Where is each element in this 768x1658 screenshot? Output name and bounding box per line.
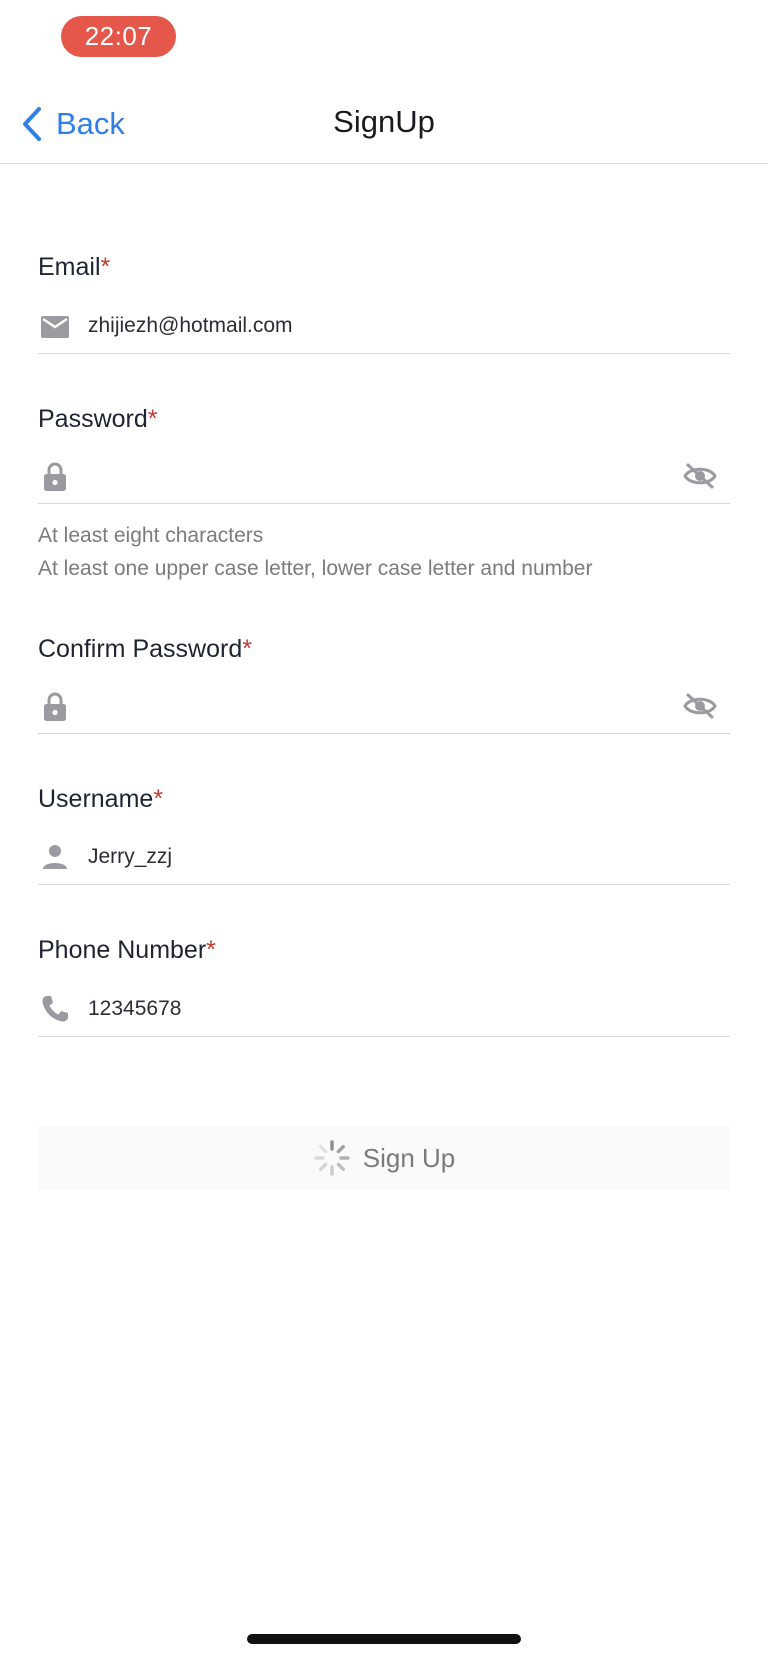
password-label: Password bbox=[38, 405, 148, 433]
username-input[interactable]: Jerry_zzj bbox=[88, 837, 730, 877]
signup-screen: 22:07 Back SignUp Email* zhijiezh@hotmai… bbox=[0, 0, 768, 1658]
home-indicator[interactable] bbox=[247, 1634, 521, 1644]
status-bar: 22:07 bbox=[0, 0, 768, 72]
phone-field[interactable]: 12345678 bbox=[38, 981, 730, 1037]
required-mark: * bbox=[242, 635, 252, 663]
password-input[interactable] bbox=[88, 456, 730, 496]
email-input[interactable]: zhijiezh@hotmail.com bbox=[88, 306, 730, 346]
password-field[interactable] bbox=[38, 448, 730, 504]
confirm-password-field[interactable] bbox=[38, 678, 730, 734]
mail-icon bbox=[38, 309, 72, 343]
required-mark: * bbox=[206, 936, 216, 964]
email-field[interactable]: zhijiezh@hotmail.com bbox=[38, 298, 730, 354]
phone-input[interactable]: 12345678 bbox=[88, 989, 730, 1029]
lock-icon bbox=[38, 689, 72, 723]
person-icon bbox=[38, 840, 72, 874]
loading-spinner-icon bbox=[314, 1140, 350, 1176]
signup-button[interactable]: Sign Up bbox=[38, 1126, 730, 1190]
required-mark: * bbox=[153, 785, 164, 813]
confirm-password-field-group: Confirm Password* bbox=[38, 634, 730, 734]
password-hint-composition: At least one upper case letter, lower ca… bbox=[38, 557, 593, 580]
email-label: Email bbox=[38, 253, 101, 281]
username-field-group: Username* Jerry_zzj bbox=[38, 784, 730, 885]
phone-field-group: Phone Number* 12345678 bbox=[38, 935, 730, 1037]
username-field[interactable]: Jerry_zzj bbox=[38, 829, 730, 885]
lock-icon bbox=[38, 459, 72, 493]
required-mark: * bbox=[100, 253, 111, 281]
confirm-password-label: Confirm Password bbox=[38, 635, 243, 663]
eye-off-icon[interactable] bbox=[682, 458, 718, 494]
nav-bar: Back SignUp bbox=[0, 88, 768, 164]
password-field-group: Password* bbox=[38, 404, 730, 504]
status-time: 22:07 bbox=[61, 16, 176, 57]
phone-label: Phone Number bbox=[38, 936, 207, 964]
email-field-group: Email* zhijiezh@hotmail.com bbox=[38, 252, 730, 354]
password-hint-length: At least eight characters bbox=[38, 524, 264, 547]
confirm-password-input[interactable] bbox=[88, 686, 730, 726]
username-label: Username bbox=[38, 785, 154, 813]
required-mark: * bbox=[147, 405, 158, 433]
phone-icon bbox=[38, 992, 72, 1026]
eye-off-icon[interactable] bbox=[682, 688, 718, 724]
page-title: SignUp bbox=[333, 104, 435, 139]
signup-label: Sign Up bbox=[362, 1142, 456, 1173]
